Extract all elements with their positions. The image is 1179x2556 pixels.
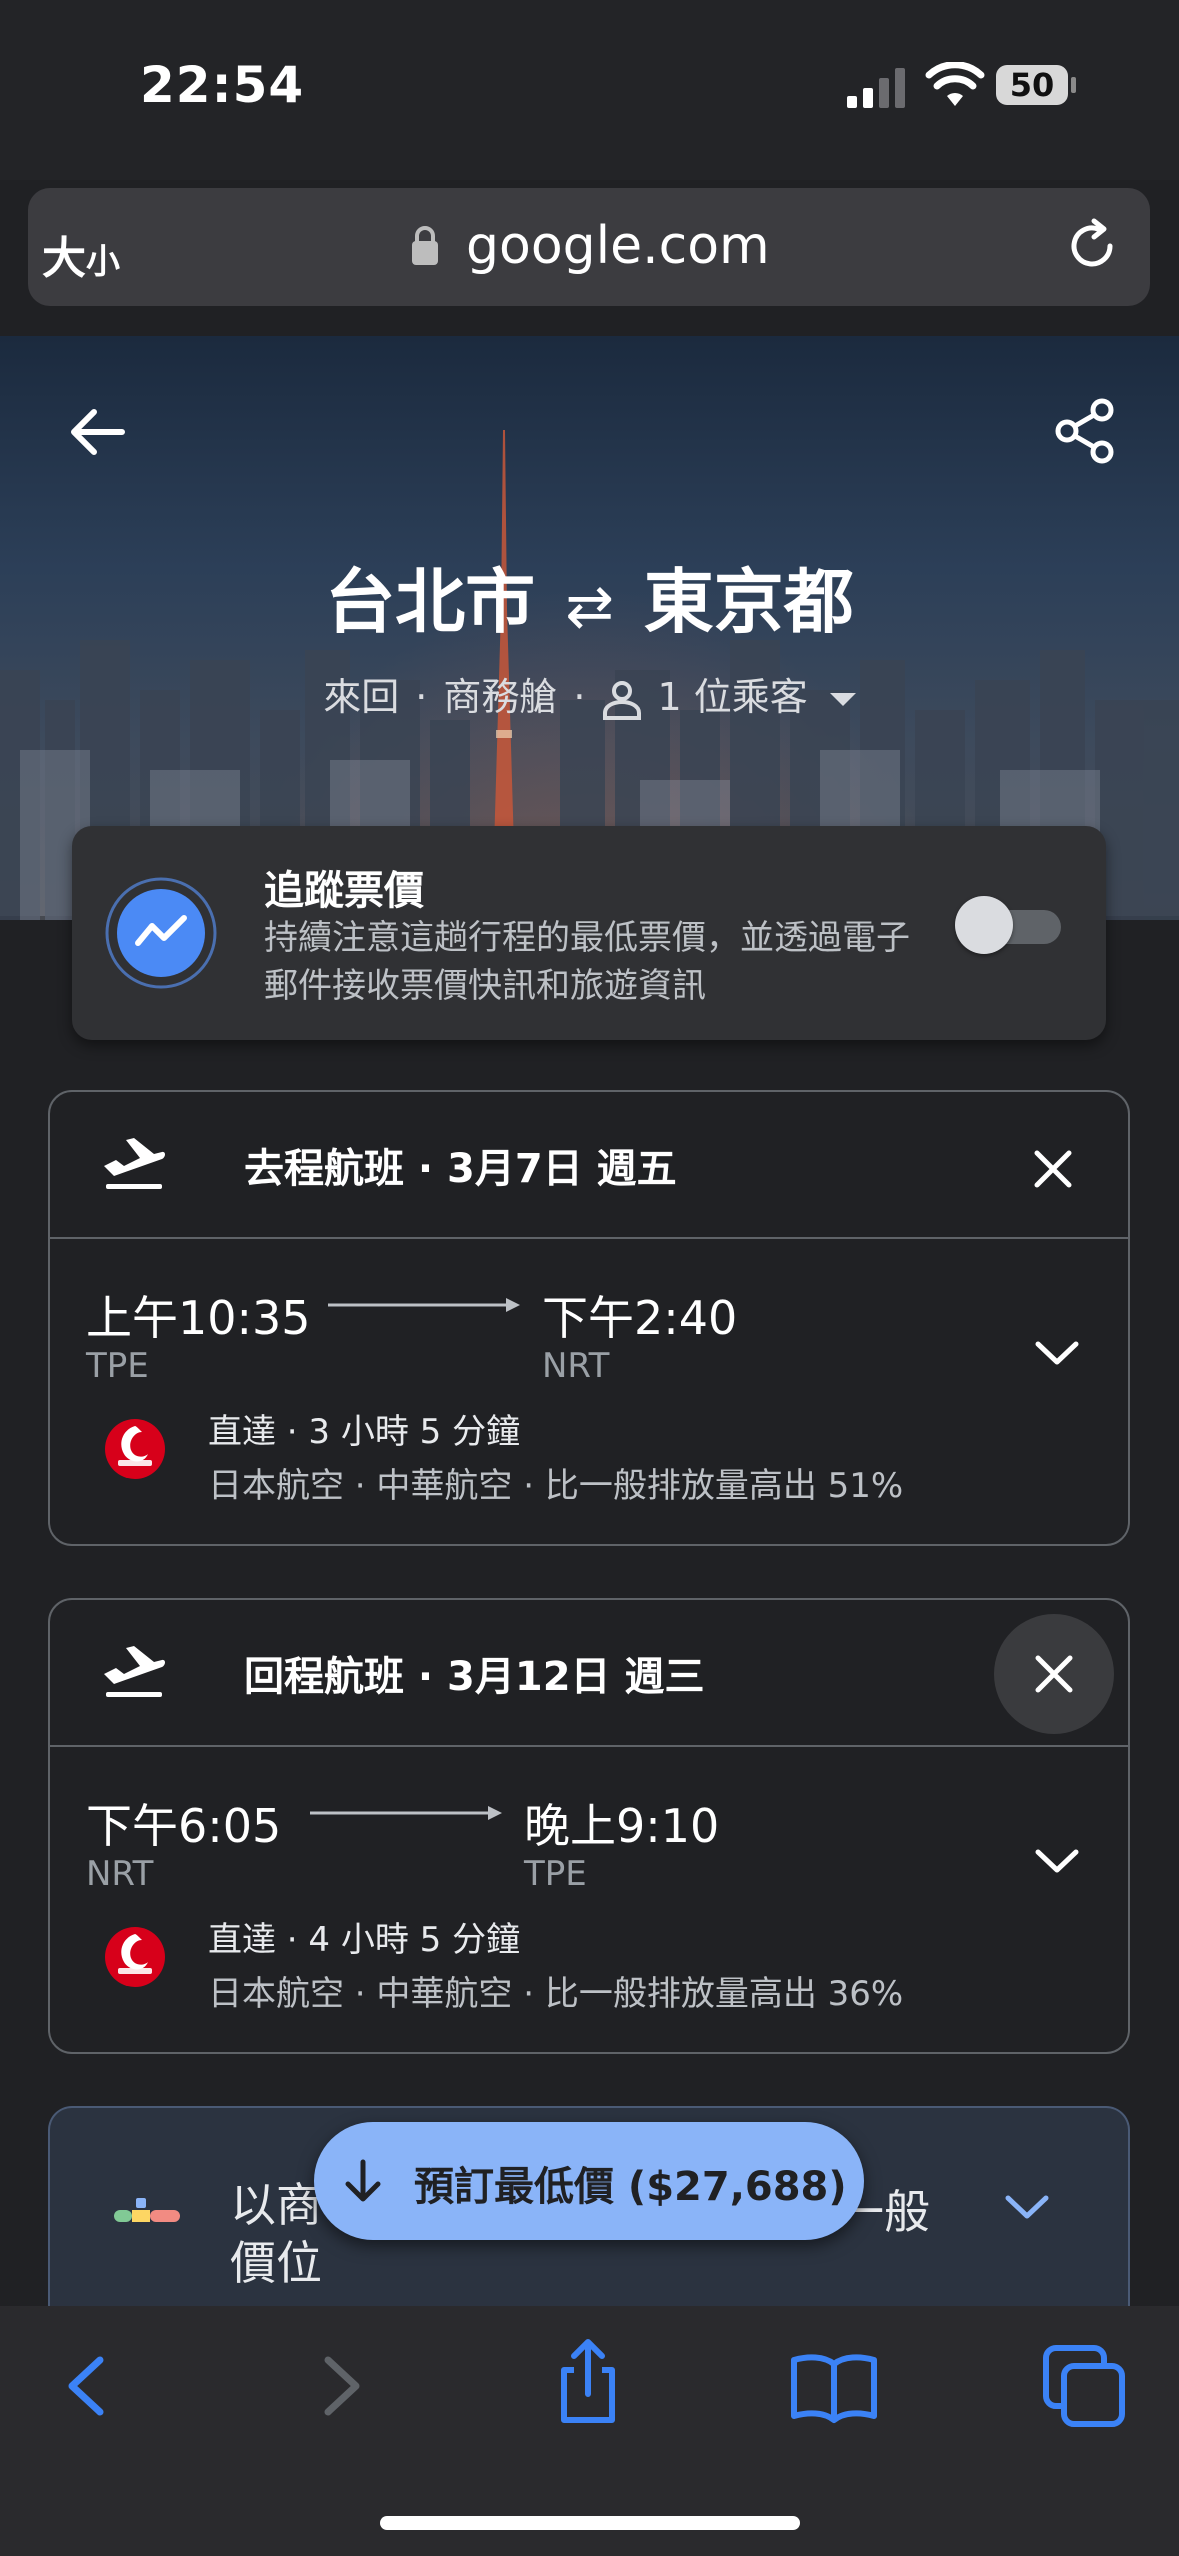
takeoff-icon [104,1646,165,1697]
destination-city: 東京都 [643,561,854,643]
outbound-depart-code: TPE [86,1346,149,1386]
japan-airlines-logo [105,1419,165,1479]
swap-route-icon[interactable]: ⇄ [565,572,614,640]
close-icon[interactable] [1018,1134,1088,1204]
return-arrive-time: 晚上9:10 [524,1799,720,1853]
chevron-down-icon[interactable] [1034,1338,1080,1368]
outbound-heading: 去程航班 · 3月7日 週五 [244,1146,677,1192]
back-arrow-icon[interactable] [66,400,130,464]
text-size-button[interactable]: 大小 [42,222,120,286]
japan-airlines-logo [105,1927,165,1987]
route-title: 台北市 ⇄ 東京都 [0,546,1179,647]
close-button[interactable] [994,1614,1114,1734]
bookmarks-icon[interactable] [786,2338,882,2434]
text-size-large-label: 大 [42,233,86,284]
divider [50,1237,1128,1239]
chevron-down-icon[interactable] [1004,2192,1050,2222]
back-icon[interactable] [40,2338,136,2434]
status-time: 22:54 [140,56,305,114]
track-prices-description: 持續注意這趟行程的最低票價，並透過電子郵件接收票價快訊和旅遊資訊 [264,918,910,1006]
outbound-details: 日本航空 · 中華航空 · 比一般排放量高出 51% [208,1466,904,1506]
text-size-small-label: 小 [86,242,120,282]
fare-info-text: 以商 價位 [230,2176,322,2292]
return-arrive-code: TPE [524,1854,587,1894]
close-icon [1035,1655,1073,1693]
trip-type: 來回 [323,675,400,719]
outbound-summary: 直達 · 3 小時 5 分鐘 [208,1412,521,1452]
cabin-class: 商務艙 [443,675,558,719]
origin-city: 台北市 [325,561,536,643]
flight-arrow-icon [328,1298,520,1312]
home-indicator[interactable] [380,2516,800,2530]
wifi-icon [925,62,985,106]
outbound-arrive-time: 下午2:40 [542,1291,738,1345]
return-depart-time: 下午6:05 [86,1799,282,1853]
flight-arrow-icon [310,1806,502,1820]
track-prices-toggle[interactable] [955,896,1065,954]
track-prices-title: 追蹤票價 [264,868,424,914]
fare-info-line2: 價位 [230,2236,322,2290]
book-cheapest-label: 預訂最低價 ($27,688) [414,2164,847,2210]
takeoff-icon [104,1138,165,1189]
tabs-icon[interactable] [1036,2338,1132,2434]
trip-options[interactable]: 來回 · 商務艙 · 1 位乘客 [0,666,1179,721]
battery-level: 50 [1009,66,1055,104]
reload-icon[interactable] [1064,218,1120,274]
share-icon[interactable] [1054,398,1116,464]
fare-info-line1: 以商 [230,2178,322,2232]
outbound-depart-time: 上午10:35 [86,1291,311,1345]
person-icon [603,680,642,720]
passenger-count: 1 位乘客 [657,675,808,719]
lock-icon [412,226,438,265]
dropdown-caret-icon [829,693,856,706]
return-depart-code: NRT [86,1854,154,1894]
return-heading: 回程航班 · 3月12日 週三 [244,1654,705,1700]
forward-icon[interactable] [292,2338,388,2434]
fare-class-icon [114,2198,180,2222]
arrow-down-icon [345,2159,381,2202]
cellular-signal-icon [847,68,905,108]
return-details: 日本航空 · 中華航空 · 比一般排放量高出 36% [208,1974,904,2014]
outbound-arrive-code: NRT [542,1346,610,1386]
divider [50,1745,1128,1747]
url-domain[interactable]: google.com [466,216,770,276]
price-trend-icon [105,877,217,989]
chevron-down-icon[interactable] [1034,1846,1080,1876]
return-summary: 直達 · 4 小時 5 分鐘 [208,1920,521,1960]
battery-icon: 50 [995,63,1077,107]
share-sheet-icon[interactable] [540,2334,636,2430]
